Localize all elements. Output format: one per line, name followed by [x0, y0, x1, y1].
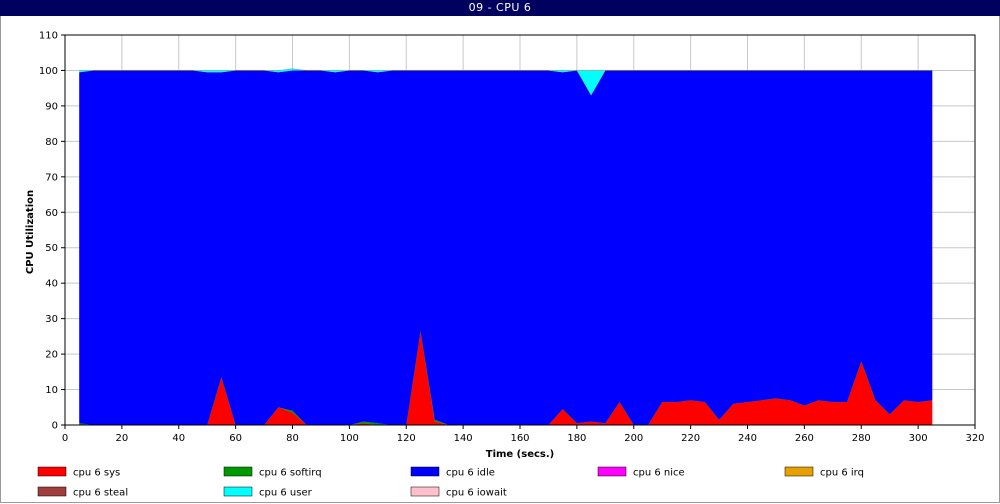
legend-label-cpu-6-steal: cpu 6 steal [73, 488, 128, 499]
x-tick-label: 260 [795, 433, 814, 444]
y-tick-label: 100 [39, 66, 58, 77]
x-tick-label: 100 [340, 433, 359, 444]
x-tick-label: 320 [965, 433, 984, 444]
x-tick-label: 280 [852, 433, 871, 444]
legend-swatch-cpu-6-user [223, 486, 253, 497]
y-tick-label: 90 [45, 101, 58, 112]
legend-swatch-cpu-6-iowait [410, 486, 440, 497]
x-tick-label: 40 [172, 433, 185, 444]
x-tick-label: 160 [510, 433, 529, 444]
y-tick-label: 80 [45, 137, 58, 148]
legend-label-cpu-6-irq: cpu 6 irq [820, 468, 864, 479]
x-tick-label: 80 [286, 433, 299, 444]
x-tick-label: 200 [624, 433, 643, 444]
legend-swatch-cpu-6-nice [597, 466, 627, 477]
legend-label-cpu-6-nice: cpu 6 nice [633, 468, 685, 479]
legend-swatch-cpu-6-softirq [223, 466, 253, 477]
y-tick-label: 10 [45, 385, 58, 396]
y-tick-label: 110 [39, 31, 58, 42]
y-axis-ticks: 0 10 20 30 40 50 60 70 80 90 100 110 [39, 31, 65, 432]
legend-swatch-cpu-6-irq [784, 466, 814, 477]
y-tick-label: 40 [45, 279, 58, 290]
x-tick-label: 220 [681, 433, 700, 444]
x-tick-label: 300 [909, 433, 928, 444]
y-tick-label: 50 [45, 243, 58, 254]
series-areas [79, 68, 933, 426]
y-axis-label: CPU Utilization [25, 190, 36, 274]
legend: cpu 6 sys cpu 6 softirq cpu 6 idle cpu 6 ni… [37, 466, 864, 499]
legend-swatch-cpu-6-idle [410, 466, 440, 477]
y-tick-label: 20 [45, 350, 58, 361]
x-tick-label: 240 [738, 433, 757, 444]
x-tick-label: 140 [454, 433, 473, 444]
legend-swatch-cpu-6-steal [37, 486, 67, 497]
x-tick-label: 60 [229, 433, 242, 444]
legend-label-cpu-6-sys: cpu 6 sys [73, 468, 120, 479]
x-axis-label: Time (secs.) [486, 449, 555, 460]
legend-label-cpu-6-iowait: cpu 6 iowait [446, 488, 507, 499]
x-axis-ticks: 0 20 40 60 80 100 120 140 160 180 200 220 240 260 280 3… [62, 425, 985, 444]
y-tick-label: 70 [45, 172, 58, 183]
legend-label-cpu-6-idle: cpu 6 idle [446, 468, 495, 479]
x-tick-label: 120 [397, 433, 416, 444]
x-tick-label: 180 [567, 433, 586, 444]
legend-label-cpu-6-softirq: cpu 6 softirq [259, 468, 322, 479]
legend-swatch-cpu-6-sys [37, 466, 67, 477]
y-tick-label: 60 [45, 208, 58, 219]
y-tick-label: 0 [52, 421, 58, 432]
area-cpu-6-idle [79, 70, 933, 425]
legend-label-cpu-6-user: cpu 6 user [259, 488, 313, 499]
x-tick-label: 0 [62, 433, 68, 444]
x-tick-label: 20 [116, 433, 129, 444]
cpu-utilization-chart: 0 20 40 60 80 100 120 140 160 180 200 220 240 260 280 3… [25, 31, 985, 499]
y-tick-label: 30 [45, 314, 58, 325]
